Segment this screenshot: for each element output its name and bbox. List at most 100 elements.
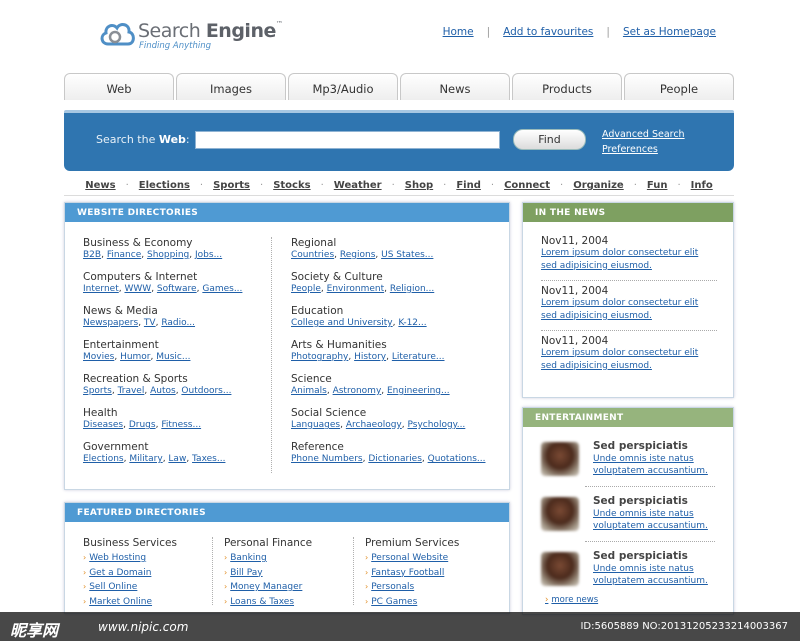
directory-sublink[interactable]: Animals [291, 386, 327, 396]
add-favourites-link[interactable]: Add to favourites [503, 26, 593, 38]
nav-link-sports[interactable]: Sports [213, 180, 250, 191]
directory-sublink[interactable]: Humor [120, 352, 150, 362]
advanced-search-link[interactable]: Advanced Search [602, 129, 685, 140]
directory-sublink[interactable]: Photography [291, 352, 348, 362]
directory-sublink[interactable]: Internet [83, 284, 119, 294]
nav-link-connect[interactable]: Connect [504, 180, 550, 191]
news-headline-link[interactable]: Lorem ipsum dolor consectetur elit [541, 297, 721, 310]
directory-sublink[interactable]: Shopping [147, 250, 189, 260]
featured-link-item[interactable]: › Sell Online [83, 580, 177, 595]
directory-category-title[interactable]: Reference [291, 441, 481, 453]
featured-link-item[interactable]: › Personals [365, 580, 459, 595]
featured-link-item[interactable]: › Web Hosting [83, 551, 177, 566]
news-headline-link[interactable]: sed adipisicing eiusmod. [541, 260, 721, 273]
directory-category-title[interactable]: Social Science [291, 407, 481, 419]
featured-link-item[interactable]: › Bill Pay [224, 566, 312, 581]
featured-link[interactable]: Personal Website [371, 553, 448, 563]
directory-sublink[interactable]: B2B [83, 250, 101, 260]
nav-link-stocks[interactable]: Stocks [273, 180, 310, 191]
tab-people[interactable]: People [624, 73, 734, 100]
featured-link-item[interactable]: › Banking [224, 551, 312, 566]
news-headline-link[interactable]: Lorem ipsum dolor consectetur elit [541, 247, 721, 260]
directory-sublink[interactable]: Drugs [129, 420, 156, 430]
news-headline-link[interactable]: sed adipisicing eiusmod. [541, 310, 721, 323]
tab-web[interactable]: Web [64, 73, 174, 100]
featured-link[interactable]: Web Hosting [89, 553, 146, 563]
featured-link[interactable]: Bill Pay [230, 568, 262, 578]
featured-link[interactable]: Market Online [89, 597, 152, 607]
search-input[interactable] [195, 131, 500, 149]
directory-sublink[interactable]: TV [144, 318, 156, 328]
entertainment-description-link[interactable]: Unde omnis iste natus voluptatem accusant… [593, 508, 708, 532]
directory-sublink[interactable]: US States... [381, 250, 433, 260]
directory-sublink[interactable]: History [354, 352, 386, 362]
featured-link[interactable]: Personals [371, 582, 414, 592]
directory-sublink[interactable]: Software [157, 284, 197, 294]
tab-news[interactable]: News [400, 73, 510, 100]
directory-category-title[interactable]: Computers & Internet [83, 271, 273, 283]
directory-category-title[interactable]: Entertainment [83, 339, 273, 351]
directory-category-title[interactable]: Regional [291, 237, 481, 249]
directory-category-title[interactable]: Government [83, 441, 273, 453]
directory-sublink[interactable]: Languages [291, 420, 340, 430]
tab-mp3-audio[interactable]: Mp3/Audio [288, 73, 398, 100]
entertainment-title[interactable]: Sed perspiciatis [593, 440, 688, 452]
directory-sublink[interactable]: Military [129, 454, 162, 464]
directory-sublink[interactable]: K-12... [398, 318, 426, 328]
directory-sublink[interactable]: Radio... [161, 318, 195, 328]
directory-sublink[interactable]: Diseases [83, 420, 123, 430]
featured-link[interactable]: Get a Domain [89, 568, 151, 578]
nav-link-find[interactable]: Find [456, 180, 481, 191]
directory-sublink[interactable]: Law [168, 454, 186, 464]
news-headline-link[interactable]: Lorem ipsum dolor consectetur elit [541, 347, 721, 360]
directory-sublink[interactable]: Phone Numbers [291, 454, 363, 464]
news-headline-link[interactable]: sed adipisicing eiusmod. [541, 360, 721, 373]
directory-sublink[interactable]: Finance [107, 250, 141, 260]
featured-link-item[interactable]: › Money Manager [224, 580, 312, 595]
entertainment-title[interactable]: Sed perspiciatis [593, 550, 688, 562]
find-button[interactable]: Find [513, 129, 586, 150]
nav-link-elections[interactable]: Elections [139, 180, 190, 191]
directory-sublink[interactable]: Sports [83, 386, 112, 396]
directory-sublink[interactable]: Dictionaries [368, 454, 422, 464]
entertainment-item[interactable]: Sed perspiciatis Unde omnis iste natus vol… [539, 440, 729, 480]
directory-sublink[interactable]: Engineering... [387, 386, 450, 396]
site-logo[interactable]: Search Engine™ Finding Anything [98, 18, 288, 54]
directory-category-title[interactable]: Science [291, 373, 481, 385]
featured-link-item[interactable]: › Market Online [83, 595, 177, 610]
entertainment-description-link[interactable]: Unde omnis iste natus voluptatem accusant… [593, 563, 708, 587]
featured-link[interactable]: Fantasy Football [371, 568, 444, 578]
directory-sublink[interactable]: Literature... [392, 352, 445, 362]
featured-link[interactable]: Money Manager [230, 582, 302, 592]
directory-sublink[interactable]: Regions [340, 250, 376, 260]
directory-sublink[interactable]: People [291, 284, 321, 294]
directory-category-title[interactable]: Recreation & Sports [83, 373, 273, 385]
nav-link-shop[interactable]: Shop [405, 180, 433, 191]
directory-sublink[interactable]: WWW [124, 284, 151, 294]
directory-sublink[interactable]: Jobs... [195, 250, 222, 260]
home-link[interactable]: Home [443, 26, 474, 38]
directory-category-title[interactable]: Health [83, 407, 273, 419]
featured-link[interactable]: Loans & Taxes [230, 597, 294, 607]
directory-category-title[interactable]: Society & Culture [291, 271, 481, 283]
featured-link[interactable]: Sell Online [89, 582, 137, 592]
directory-sublink[interactable]: Countries [291, 250, 334, 260]
directory-sublink[interactable]: Taxes... [192, 454, 225, 464]
thumbnail-image[interactable] [541, 552, 579, 586]
directory-sublink[interactable]: Psychology... [408, 420, 466, 430]
directory-sublink[interactable]: Outdoors... [181, 386, 231, 396]
entertainment-title[interactable]: Sed perspiciatis [593, 495, 688, 507]
directory-sublink[interactable]: Astronomy [333, 386, 382, 396]
directory-sublink[interactable]: Travel [118, 386, 145, 396]
directory-sublink[interactable]: Games... [202, 284, 242, 294]
nav-link-fun[interactable]: Fun [647, 180, 668, 191]
directory-sublink[interactable]: Quotations... [428, 454, 486, 464]
entertainment-description-link[interactable]: Unde omnis iste natus voluptatem accusant… [593, 453, 708, 477]
directory-sublink[interactable]: Autos [150, 386, 176, 396]
entertainment-item[interactable]: Sed perspiciatis Unde omnis iste natus vol… [539, 550, 729, 590]
directory-category-title[interactable]: Business & Economy [83, 237, 273, 249]
set-homepage-link[interactable]: Set as Homepage [623, 26, 716, 38]
directory-sublink[interactable]: Newspapers [83, 318, 138, 328]
thumbnail-image[interactable] [541, 442, 579, 476]
directory-category-title[interactable]: Arts & Humanities [291, 339, 481, 351]
